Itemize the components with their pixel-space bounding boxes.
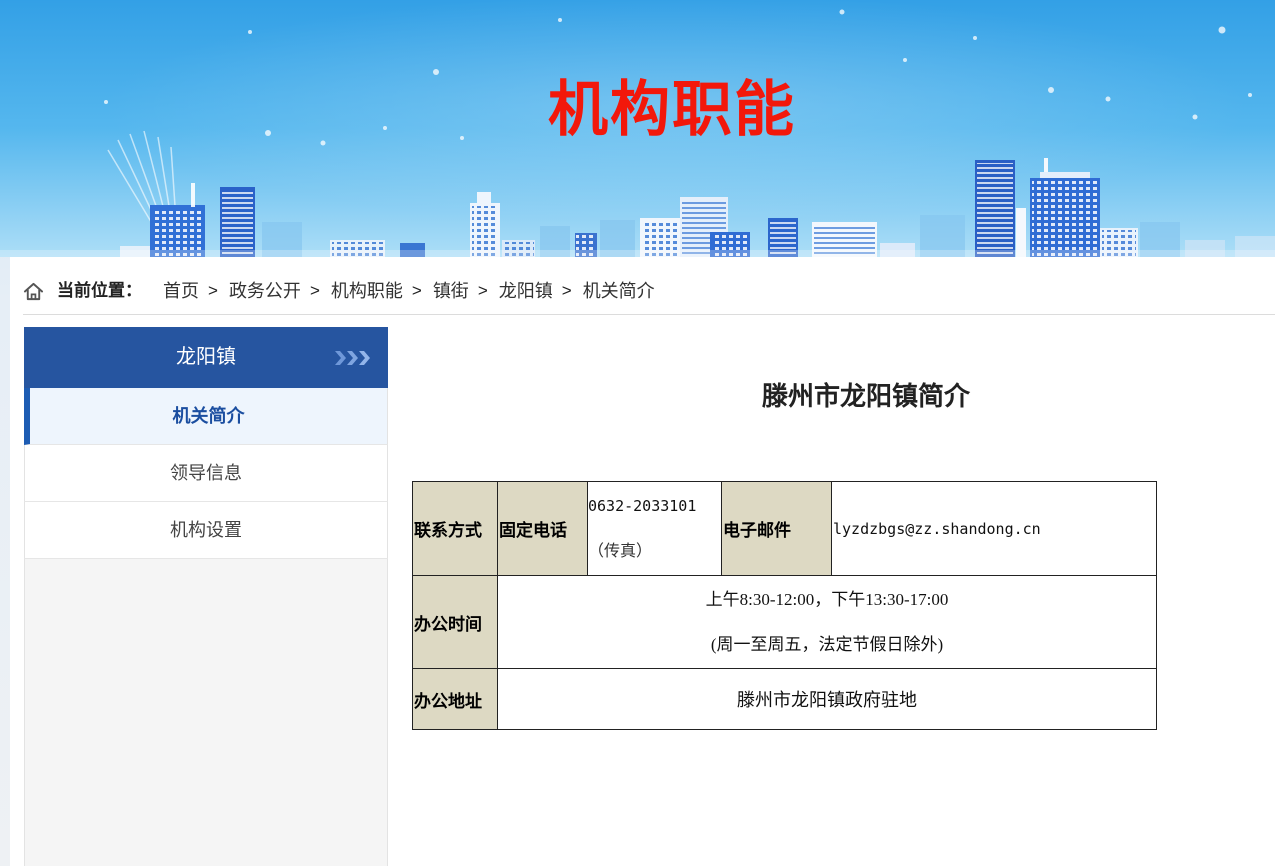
table-row: 联系方式 固定电话 0632-2033101 （传真） 电子邮件 lyzdzbg… (412, 481, 1157, 576)
breadcrumb-separator: > (411, 281, 422, 300)
article-title: 滕州市龙阳镇简介 (761, 381, 970, 411)
breadcrumb-item-towns[interactable]: 镇街 (433, 279, 469, 303)
sidebar: 龙阳镇 机关简介 领导信息 机构设置 (24, 327, 388, 866)
hours-label-cell: 办公时间 (412, 575, 498, 669)
address-label-cell: 办公地址 (412, 668, 498, 730)
breadcrumb-separator: > (309, 281, 320, 300)
breadcrumb-item-current[interactable]: 机关简介 (583, 279, 655, 303)
breadcrumb-divider (23, 314, 1275, 315)
breadcrumb-separator: > (477, 281, 488, 300)
contact-label-cell: 联系方式 (412, 481, 498, 576)
phone-value-cell: 0632-2033101 （传真） (587, 481, 722, 576)
banner: 机构职能 (0, 0, 1275, 257)
breadcrumb-item-institution-functions[interactable]: 机构职能 (331, 279, 403, 303)
breadcrumb-item-government-affairs[interactable]: 政务公开 (229, 279, 301, 303)
sidebar-item-structure[interactable]: 机构设置 (24, 502, 388, 559)
contact-info-table: 联系方式 固定电话 0632-2033101 （传真） 电子邮件 lyzdzbg… (412, 481, 1157, 730)
phone-label-cell: 固定电话 (497, 481, 588, 576)
email-value-cell: lyzdzbgs@zz.shandong.cn (831, 481, 1157, 576)
breadcrumb-separator: > (208, 281, 218, 300)
sidebar-item-overview[interactable]: 机关简介 (24, 388, 388, 445)
content-panel: 当前位置： 首页 > 政务公开 > 机构职能 > 镇街 > 龙阳镇 > 机关简介… (10, 257, 1275, 866)
sidebar-filler (24, 559, 388, 866)
address-value-cell: 滕州市龙阳镇政府驻地 (497, 668, 1157, 730)
sidebar-header: 龙阳镇 (24, 327, 388, 388)
triple-chevron-right-icon (335, 351, 370, 365)
hours-value: 上午8:30-12:00，下午13:30-17:00 (705, 590, 949, 609)
hours-note: (周一至周五，法定节假日除外) (710, 635, 944, 654)
breadcrumb-separator: > (561, 281, 572, 300)
hours-value-cell: 上午8:30-12:00，下午13:30-17:00 (周一至周五，法定节假日除… (497, 575, 1157, 669)
table-row: 办公时间 上午8:30-12:00，下午13:30-17:00 (周一至周五，法… (412, 575, 1157, 669)
breadcrumb-label: 当前位置： (57, 281, 142, 300)
phone-note: （传真） (588, 542, 653, 560)
email-label-cell: 电子邮件 (721, 481, 832, 576)
page: 机构职能 当前位置： 首页 > 政务公开 > 机构职能 > 镇街 > 龙阳镇 >… (0, 0, 1275, 866)
home-icon[interactable] (23, 281, 44, 302)
page-banner-title: 机构职能 (548, 75, 796, 145)
sidebar-title: 龙阳镇 (176, 346, 236, 368)
breadcrumb-item-longyang[interactable]: 龙阳镇 (499, 279, 553, 303)
breadcrumb-item-home[interactable]: 首页 (163, 279, 199, 303)
phone-number: 0632-2033101 (588, 496, 697, 515)
table-row: 办公地址 滕州市龙阳镇政府驻地 (412, 668, 1157, 730)
sidebar-item-leadership[interactable]: 领导信息 (24, 445, 388, 502)
breadcrumb: 当前位置： 首页 > 政务公开 > 机构职能 > 镇街 > 龙阳镇 > 机关简介 (23, 279, 655, 303)
